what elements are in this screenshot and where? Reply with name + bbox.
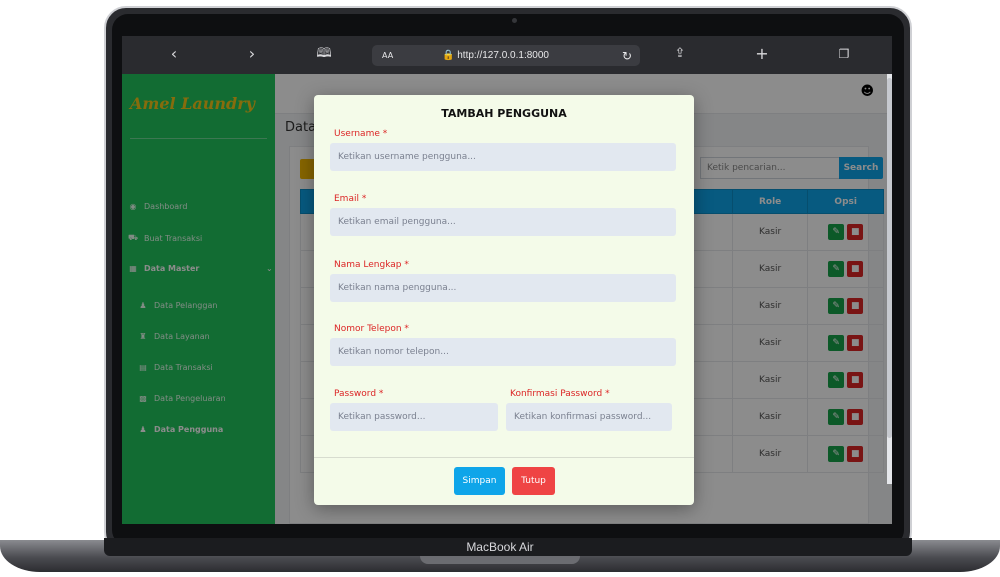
screen: ‹ › 🕮 AA 🔒 http://127.0.0.1:8000 ↻ ⇪ + ❐… xyxy=(122,36,892,524)
password-label: Password * xyxy=(334,389,384,399)
url-text: 🔒 http://127.0.0.1:8000 xyxy=(442,50,549,61)
browser-toolbar: ‹ › 🕮 AA 🔒 http://127.0.0.1:8000 ↻ ⇪ + ❐ xyxy=(122,36,892,74)
share-icon[interactable]: ⇪ xyxy=(670,44,690,64)
phone-label: Nomor Telepon * xyxy=(334,324,409,334)
password-input[interactable]: Ketikan password... xyxy=(330,403,498,431)
modal-title: TAMBAH PENGGUNA xyxy=(441,107,567,120)
close-button[interactable]: Tutup xyxy=(512,467,555,495)
laptop-frame: MacBook Air ‹ › 🕮 AA 🔒 http://127.0.0.1:… xyxy=(0,0,1000,577)
fullname-input[interactable]: Ketikan nama pengguna... xyxy=(330,274,676,302)
email-input[interactable]: Ketikan email pengguna... xyxy=(330,208,676,236)
new-tab-icon[interactable]: + xyxy=(752,44,772,64)
tabs-icon[interactable]: ❐ xyxy=(834,44,854,64)
camera xyxy=(512,18,517,23)
confirm-password-label: Konfirmasi Password * xyxy=(510,389,610,399)
back-icon[interactable]: ‹ xyxy=(164,44,184,64)
phone-input[interactable]: Ketikan nomor telepon... xyxy=(330,338,676,366)
device-label: MacBook Air xyxy=(466,540,534,554)
save-button[interactable]: Simpan xyxy=(454,467,505,495)
username-label: Username * xyxy=(334,129,388,139)
add-user-modal: TAMBAH PENGGUNA Username * Ketikan usern… xyxy=(314,95,694,505)
reload-icon[interactable]: ↻ xyxy=(622,49,632,63)
username-input[interactable]: Ketikan username pengguna... xyxy=(330,143,676,171)
book-icon[interactable]: 🕮 xyxy=(314,44,334,64)
forward-icon[interactable]: › xyxy=(242,44,262,64)
address-bar[interactable]: AA 🔒 http://127.0.0.1:8000 ↻ xyxy=(372,45,640,66)
reader-aa[interactable]: AA xyxy=(382,51,393,60)
confirm-password-input[interactable]: Ketikan konfirmasi password... xyxy=(506,403,672,431)
email-label: Email * xyxy=(334,194,367,204)
fullname-label: Nama Lengkap * xyxy=(334,260,409,270)
scrollbar-thumb[interactable] xyxy=(887,78,892,438)
